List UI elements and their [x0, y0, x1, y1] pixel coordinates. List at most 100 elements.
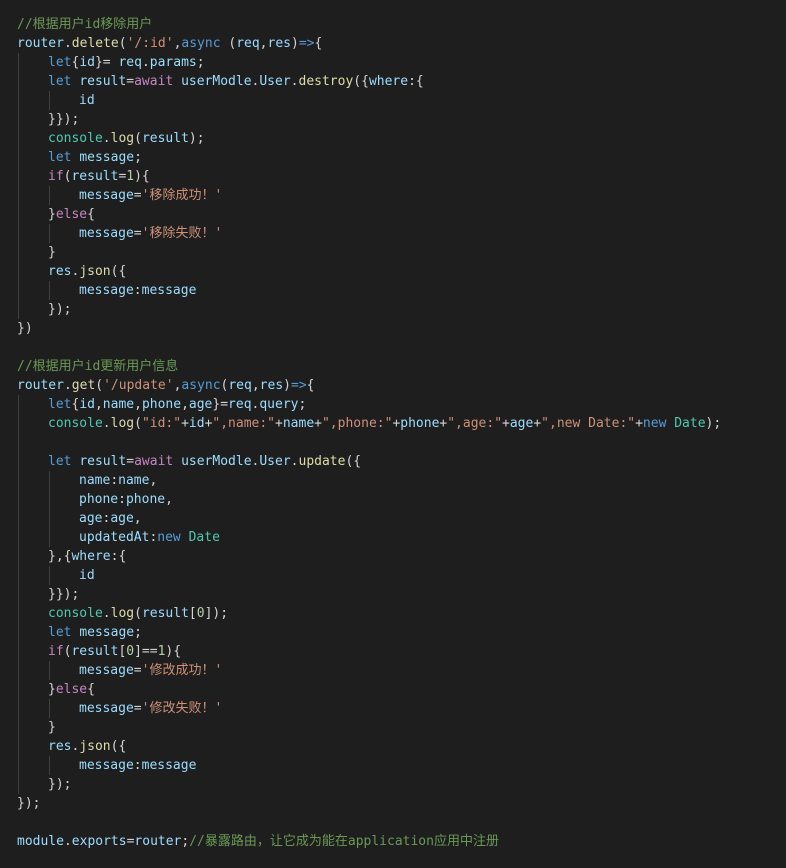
code-token: :{: [110, 549, 127, 564]
code-editor[interactable]: //根据用户id移除用户 router.delete('/:id',async (…: [0, 0, 786, 868]
indent-guide: [18, 414, 19, 433]
code-token: json: [79, 739, 111, 754]
indent-guide: [18, 585, 19, 604]
code-token: ,: [181, 397, 189, 412]
code-line[interactable]: updatedAt:new Date: [17, 528, 786, 547]
indent-guide: [49, 699, 50, 718]
code-line[interactable]: message='移除失败！': [17, 224, 786, 243]
code-line[interactable]: });: [17, 300, 786, 319]
code-line[interactable]: module.exports=router;//暴露路由，让它成为能在appli…: [17, 832, 786, 851]
code-line[interactable]: }): [17, 319, 786, 338]
code-token: destroy: [298, 74, 354, 89]
code-token: '移除失败！': [141, 226, 223, 241]
code-line[interactable]: let{id,name,phone,age}=req.query;: [17, 395, 786, 414]
code-line[interactable]: [17, 338, 786, 357]
code-line[interactable]: }: [17, 243, 786, 262]
code-token: message: [79, 663, 134, 678]
code-token: ,: [134, 397, 142, 412]
code-token: req: [118, 55, 142, 70]
code-line[interactable]: router.get('/update',async(req,res)=>{: [17, 376, 786, 395]
indent-guide: [18, 129, 19, 148]
indent-guide: [18, 452, 19, 471]
code-line[interactable]: message='修改成功！': [17, 661, 786, 680]
code-line[interactable]: age:age,: [17, 509, 786, 528]
code-line[interactable]: name:name,: [17, 471, 786, 490]
code-token: console: [48, 606, 103, 621]
code-line[interactable]: let result=await userModle.User.destroy(…: [17, 72, 786, 91]
code-token: age: [188, 397, 213, 412]
code-token: =>: [290, 378, 307, 393]
code-token: message: [141, 283, 197, 298]
code-line[interactable]: if(result[0]==1){: [17, 642, 786, 661]
code-token: '/:id': [126, 36, 174, 51]
code-line[interactable]: if(result=1){: [17, 167, 786, 186]
code-line[interactable]: let message;: [17, 623, 786, 642]
code-token: '移除成功！': [141, 188, 223, 203]
code-line[interactable]: }: [17, 718, 786, 737]
indent-guide: [49, 281, 50, 300]
code-line[interactable]: message='移除成功！': [17, 186, 786, 205]
code-line[interactable]: console.log(result);: [17, 129, 786, 148]
code-line[interactable]: let result=await userModle.User.update({: [17, 452, 786, 471]
code-token: ,: [133, 511, 142, 526]
code-line[interactable]: //根据用户id更新用户信息: [17, 357, 786, 376]
code-line[interactable]: }});: [17, 585, 786, 604]
code-token: if: [48, 169, 64, 184]
code-line[interactable]: }else{: [17, 205, 786, 224]
code-line[interactable]: res.json({: [17, 737, 786, 756]
code-token: ({: [353, 74, 369, 89]
code-token: else: [55, 682, 88, 697]
code-token: where: [368, 74, 409, 89]
code-token: ",phone:": [321, 416, 393, 431]
code-line[interactable]: [17, 813, 786, 832]
code-token: ({: [345, 454, 362, 469]
code-line[interactable]: let message;: [17, 148, 786, 167]
code-token: name: [118, 473, 150, 488]
code-token: id: [79, 93, 95, 108]
code-token: let: [48, 625, 72, 640]
code-token: id: [188, 416, 205, 431]
code-token: ;: [134, 150, 142, 165]
code-line[interactable]: id: [17, 91, 786, 110]
code-token: =>: [298, 36, 315, 51]
code-line[interactable]: //根据用户id移除用户: [17, 15, 786, 34]
code-line[interactable]: });: [17, 775, 786, 794]
code-token: name: [102, 397, 135, 412]
code-token: });: [17, 796, 41, 811]
code-line[interactable]: },{where:{: [17, 547, 786, 566]
code-line[interactable]: console.log("id:"+id+",name:"+name+",pho…: [17, 414, 786, 433]
code-token: },{: [48, 549, 72, 564]
code-token: }: [48, 207, 56, 222]
code-token: message: [79, 701, 134, 716]
code-line[interactable]: message='修改失败！': [17, 699, 786, 718]
code-token: '修改失败！': [141, 701, 223, 716]
code-line[interactable]: phone:phone,: [17, 490, 786, 509]
code-line[interactable]: }else{: [17, 680, 786, 699]
code-token: //根据用户id更新用户信息: [17, 359, 179, 374]
indent-guide: [18, 53, 19, 72]
code-token: log: [110, 416, 135, 431]
code-token: {: [87, 682, 95, 697]
indent-guide: [18, 148, 19, 167]
indent-guide: [49, 91, 50, 110]
code-line[interactable]: }});: [17, 110, 786, 129]
code-line[interactable]: router.delete('/:id',async (req,res)=>{: [17, 34, 786, 53]
code-line[interactable]: message:message: [17, 756, 786, 775]
indent-guide: [18, 642, 19, 661]
code-token: ,: [149, 473, 158, 488]
indent-guide: [18, 756, 19, 775]
code-token: }: [48, 245, 56, 260]
code-line[interactable]: message:message: [17, 281, 786, 300]
code-token: "id:": [141, 416, 182, 431]
code-token: :: [133, 758, 142, 773]
code-line[interactable]: let{id}= req.params;: [17, 53, 786, 72]
code-line[interactable]: });: [17, 794, 786, 813]
code-line[interactable]: console.log(result[0]);: [17, 604, 786, 623]
code-line[interactable]: [17, 433, 786, 452]
code-line[interactable]: res.json({: [17, 262, 786, 281]
indent-guide: [18, 281, 19, 300]
code-token: message: [79, 188, 134, 203]
indent-guide: [18, 433, 19, 452]
code-line[interactable]: id: [17, 566, 786, 585]
code-token: new: [642, 416, 667, 431]
